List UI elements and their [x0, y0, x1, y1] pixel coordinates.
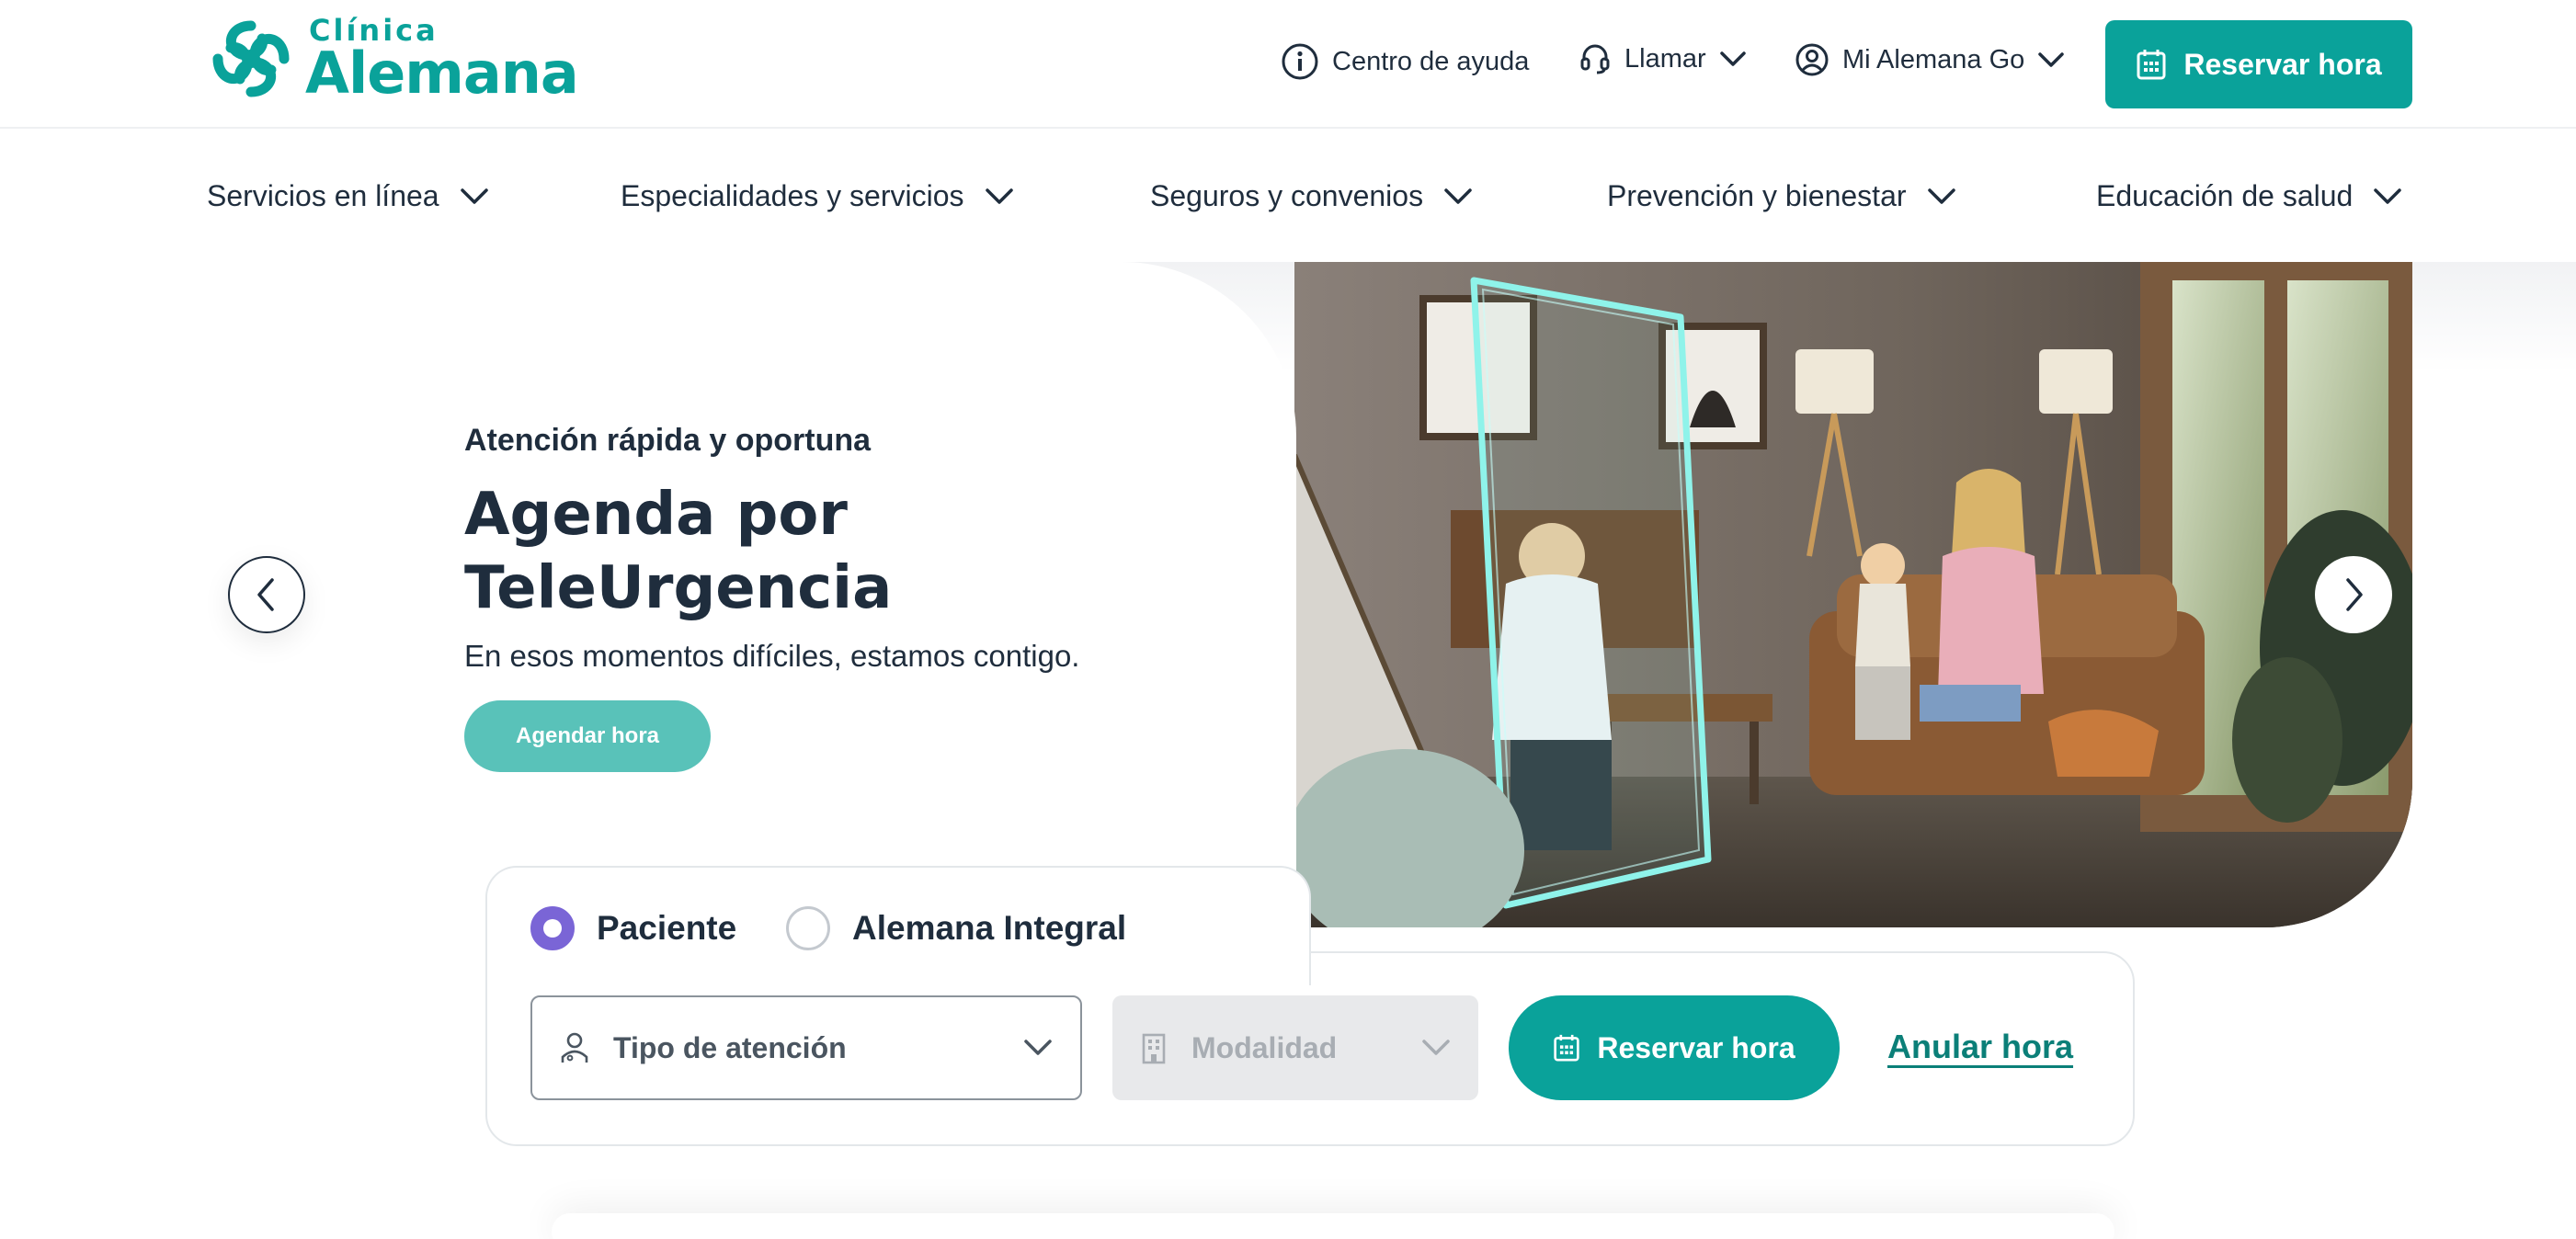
- clinica-alemana-logo[interactable]: Clínica Alemana: [204, 13, 579, 107]
- radio-selected-icon: [530, 906, 575, 950]
- cancel-appointment-link[interactable]: Anular hora: [1887, 1028, 2073, 1066]
- account-label: Mi Alemana Go: [1842, 44, 2025, 74]
- chevron-down-icon: [1719, 51, 1746, 66]
- calendar-icon: [1554, 1034, 1580, 1062]
- user-circle-icon: [1795, 43, 1829, 76]
- carousel-next-button[interactable]: [2315, 556, 2392, 633]
- reserve-appointment-label: Reservar hora: [2183, 47, 2382, 81]
- hero-photo: [1294, 262, 2412, 927]
- chevron-down-icon: [1927, 188, 1955, 204]
- top-header: Clínica Alemana Centro de ayuda Llamar M…: [0, 0, 2576, 129]
- account-menu[interactable]: Mi Alemana Go: [1795, 42, 2065, 77]
- tipo-atencion-label: Tipo de atención: [613, 1030, 847, 1064]
- chevron-down-icon: [2038, 52, 2065, 67]
- carousel-prev-button[interactable]: [228, 556, 305, 633]
- call-menu[interactable]: Llamar: [1579, 42, 1747, 75]
- logo-text-big: Alemana: [305, 40, 579, 107]
- chevron-down-icon: [2374, 188, 2402, 204]
- call-label: Llamar: [1624, 43, 1706, 74]
- main-navigation: Servicios en línea Especialidades y serv…: [0, 131, 2576, 262]
- chevron-down-icon: [1444, 188, 1472, 204]
- radio-alemana-integral-label: Alemana Integral: [852, 909, 1127, 947]
- hero-title: Agenda por TeleUrgencia: [464, 481, 893, 622]
- nav-item-label: Especialidades y servicios: [621, 179, 964, 212]
- next-section-edge: [552, 1213, 2114, 1239]
- hero-subtitle: En esos momentos difíciles, estamos cont…: [464, 639, 1080, 673]
- nav-item-especialidades[interactable]: Especialidades y servicios: [621, 131, 1014, 262]
- nav-item-label: Seguros y convenios: [1150, 179, 1424, 212]
- info-circle-icon: [1282, 43, 1318, 80]
- modalidad-select: Modalidad: [1112, 995, 1478, 1100]
- building-icon: [1142, 1033, 1166, 1064]
- nav-item-educacion[interactable]: Educación de salud: [2096, 131, 2402, 262]
- nav-item-label: Educación de salud: [2096, 179, 2354, 212]
- schedule-appointment-label: Agendar hora: [515, 723, 660, 748]
- radio-alemana-integral[interactable]: Alemana Integral: [786, 906, 1126, 950]
- help-center-link[interactable]: Centro de ayuda: [1281, 42, 1529, 81]
- chevron-down-icon: [1422, 1040, 1450, 1055]
- tipo-atencion-select[interactable]: Tipo de atención: [530, 995, 1082, 1100]
- nav-item-label: Servicios en línea: [207, 179, 439, 212]
- calendar-icon: [2137, 50, 2166, 80]
- nav-item-label: Prevención y bienestar: [1607, 179, 1907, 212]
- modalidad-label: Modalidad: [1191, 1030, 1338, 1064]
- radio-paciente-label: Paciente: [597, 909, 737, 947]
- chevron-left-icon: [257, 578, 274, 611]
- reserve-hour-label: Reservar hora: [1597, 1030, 1795, 1064]
- schedule-appointment-button[interactable]: Agendar hora: [464, 700, 711, 772]
- user-icon: [561, 1032, 588, 1063]
- telemedicine-family-photo: [1294, 262, 2412, 927]
- logo-knot-icon: [212, 20, 290, 97]
- help-center-label: Centro de ayuda: [1332, 46, 1530, 76]
- reserve-hour-button[interactable]: Reservar hora: [1509, 995, 1840, 1100]
- chevron-down-icon: [460, 188, 488, 204]
- chevron-down-icon: [985, 188, 1013, 204]
- nav-item-prevencion[interactable]: Prevención y bienestar: [1607, 131, 1956, 262]
- nav-item-seguros[interactable]: Seguros y convenios: [1150, 131, 1473, 262]
- headset-icon: [1580, 44, 1610, 74]
- radio-unselected-icon: [786, 906, 830, 950]
- nav-item-servicios-en-linea[interactable]: Servicios en línea: [207, 131, 489, 262]
- chevron-right-icon: [2346, 578, 2363, 611]
- reserve-appointment-button[interactable]: Reservar hora: [2105, 20, 2412, 108]
- chevron-down-icon: [1024, 1040, 1052, 1055]
- radio-paciente[interactable]: Paciente: [530, 906, 736, 950]
- hero-eyebrow: Atención rápida y oportuna: [464, 423, 872, 458]
